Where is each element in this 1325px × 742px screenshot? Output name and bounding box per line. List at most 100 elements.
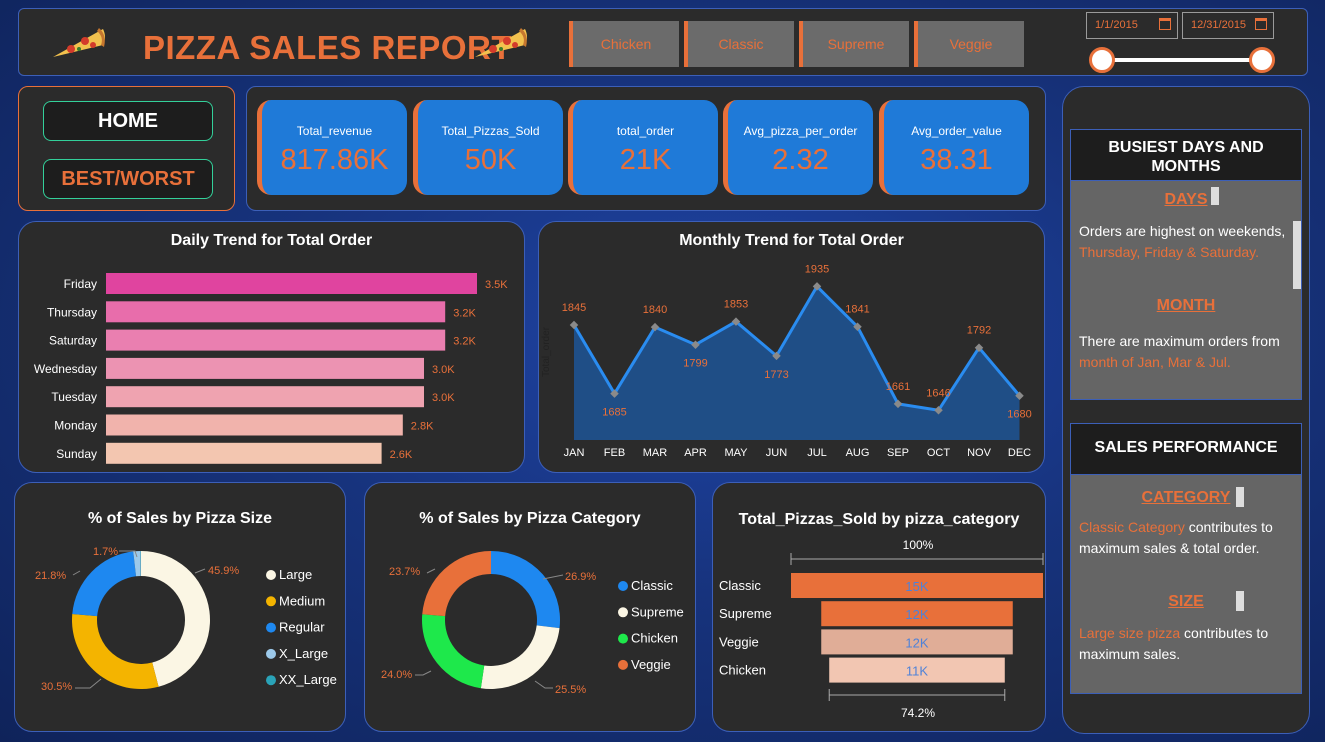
data-label: 23.7% bbox=[389, 566, 420, 578]
data-label: 1.7% bbox=[93, 546, 118, 558]
text-part: There are bbox=[1079, 333, 1144, 349]
legend-label: X_Large bbox=[279, 646, 328, 661]
insights-sidebar: BUSIEST DAYS AND MONTHS DAYS Orders are … bbox=[1062, 86, 1310, 734]
data-label: 1841 bbox=[845, 304, 869, 316]
slicer-chicken[interactable]: Chicken bbox=[569, 21, 679, 67]
text-part: orders from bbox=[1204, 333, 1280, 349]
navigation-panel: HOME BEST/WORST bbox=[18, 86, 235, 211]
legend-label: Chicken bbox=[631, 631, 678, 646]
y-tick-label: Sunday bbox=[56, 447, 97, 461]
text-part: Thursday, Friday & Saturday. bbox=[1079, 244, 1259, 260]
data-label: 3.0K bbox=[432, 392, 455, 404]
y-tick-label: Saturday bbox=[49, 334, 97, 348]
slicer-supreme[interactable]: Supreme bbox=[799, 21, 909, 67]
data-label: 25.5% bbox=[555, 684, 586, 696]
data-label: 15K bbox=[905, 579, 928, 594]
x-tick-label: MAY bbox=[724, 447, 748, 459]
data-label: 2.8K bbox=[411, 421, 434, 433]
y-tick-label: Thursday bbox=[47, 305, 97, 319]
x-tick-label: AUG bbox=[846, 447, 870, 459]
data-label: 1853 bbox=[724, 299, 748, 311]
data-label: 21.8% bbox=[35, 570, 66, 582]
y-tick-label: Tuesday bbox=[51, 390, 97, 404]
scroll-thumb[interactable] bbox=[1211, 187, 1219, 205]
slicer-classic[interactable]: Classic bbox=[684, 21, 794, 67]
legend-marker bbox=[618, 607, 628, 618]
sales-performance-body: CATEGORY Classic Category contributes to… bbox=[1070, 474, 1302, 694]
kpi-value: 21K bbox=[619, 144, 672, 176]
scroll-thumb[interactable] bbox=[1236, 487, 1244, 507]
bottom-percent-label: 74.2% bbox=[901, 706, 935, 720]
slider-end-handle[interactable] bbox=[1249, 47, 1275, 73]
kpi-label: Avg_order_value bbox=[911, 124, 1002, 138]
y-tick-label: Monday bbox=[54, 419, 97, 433]
busiest-title: BUSIEST DAYS AND MONTHS bbox=[1070, 129, 1302, 181]
kpi-label: Total_revenue bbox=[296, 124, 373, 138]
kpi-panel: Total_revenue 817.86K Total_Pizzas_Sold … bbox=[246, 86, 1046, 211]
legend-label: Supreme bbox=[631, 604, 684, 619]
monthly-trend-chart: Monthly Trend for Total Order Total_orde… bbox=[538, 221, 1045, 473]
text-part: month of Jan, Mar & Jul. bbox=[1079, 354, 1231, 370]
donut-slice bbox=[422, 614, 485, 689]
days-text: Orders are highest on weekends, Thursday… bbox=[1079, 221, 1291, 263]
header-bar: PIZZA SALES REPORT Chicken Classic Supre… bbox=[18, 8, 1308, 76]
data-label: 1935 bbox=[805, 263, 829, 275]
size-donut-svg: 45.9% 30.5% 21.8% 1.7% Large Medium Regular X_L… bbox=[35, 546, 337, 693]
data-label: 11K bbox=[906, 664, 928, 679]
start-date-input[interactable]: 1/1/2015 bbox=[1086, 12, 1178, 39]
sales-performance-title: SALES PERFORMANCE bbox=[1070, 423, 1302, 475]
legend-marker bbox=[266, 675, 276, 686]
donut-slice bbox=[491, 551, 560, 629]
legend-label: XX_Large bbox=[279, 672, 337, 687]
donut-slice bbox=[480, 625, 560, 689]
y-tick-label: Wednesday bbox=[34, 362, 97, 376]
category-label: Veggie bbox=[719, 634, 759, 649]
data-label: 3.5K bbox=[485, 279, 508, 291]
start-date-value: 1/1/2015 bbox=[1095, 19, 1138, 31]
category-label: Classic bbox=[719, 578, 761, 593]
date-range-slider[interactable] bbox=[1095, 58, 1265, 62]
scroll-thumb[interactable] bbox=[1236, 591, 1244, 611]
legend-label: Veggie bbox=[631, 657, 671, 672]
funnel-svg: 100% Classic 15K Supreme 12K Veggie 12K Chicken… bbox=[719, 538, 1044, 720]
days-label: DAYS bbox=[1164, 191, 1208, 208]
bar bbox=[106, 386, 424, 408]
category-donut-svg: 26.9% 25.5% 24.0% 23.7% Classic Supreme Chicke… bbox=[381, 551, 684, 696]
data-label: 1840 bbox=[643, 304, 667, 316]
kpi-card-avg-order-value: Avg_order_value 38.31 bbox=[879, 100, 1029, 195]
legend-marker bbox=[266, 648, 276, 659]
slicer-veggie[interactable]: Veggie bbox=[914, 21, 1024, 67]
kpi-card-total-order: total_order 21K bbox=[568, 100, 718, 195]
y-tick-label: Friday bbox=[64, 277, 97, 291]
x-tick-label: DEC bbox=[1008, 447, 1031, 459]
scrollbar[interactable] bbox=[1293, 221, 1301, 289]
data-label: 1773 bbox=[764, 369, 788, 381]
data-label: 45.9% bbox=[208, 565, 239, 577]
leader-line bbox=[194, 568, 206, 574]
end-date-value: 12/31/2015 bbox=[1191, 19, 1247, 31]
kpi-label: Avg_pizza_per_order bbox=[743, 124, 858, 138]
data-label: 30.5% bbox=[41, 681, 72, 693]
home-button[interactable]: HOME bbox=[43, 101, 213, 141]
data-label: 3.2K bbox=[453, 307, 476, 319]
y-axis-label: Total_order bbox=[541, 326, 552, 377]
text-part: Classic Category bbox=[1079, 519, 1185, 535]
end-date-input[interactable]: 12/31/2015 bbox=[1182, 12, 1274, 39]
legend-label: Classic bbox=[631, 578, 673, 593]
category-label: Supreme bbox=[719, 606, 772, 621]
busiest-body: DAYS Orders are highest on weekends, Thu… bbox=[1070, 180, 1302, 400]
kpi-card-total-revenue: Total_revenue 817.86K bbox=[257, 100, 407, 195]
legend-marker bbox=[266, 622, 276, 633]
donut-slice bbox=[72, 613, 159, 689]
donut-slice bbox=[72, 551, 137, 617]
best-worst-button[interactable]: BEST/WORST bbox=[43, 159, 213, 199]
data-label: 26.9% bbox=[565, 571, 596, 583]
calendar-icon[interactable] bbox=[1159, 18, 1171, 30]
bar bbox=[106, 442, 382, 464]
x-tick-label: JAN bbox=[564, 447, 585, 459]
text-part: maximum bbox=[1143, 333, 1205, 349]
slider-start-handle[interactable] bbox=[1089, 47, 1115, 73]
bar bbox=[106, 357, 424, 379]
calendar-icon[interactable] bbox=[1255, 18, 1267, 30]
kpi-value: 38.31 bbox=[920, 144, 993, 176]
